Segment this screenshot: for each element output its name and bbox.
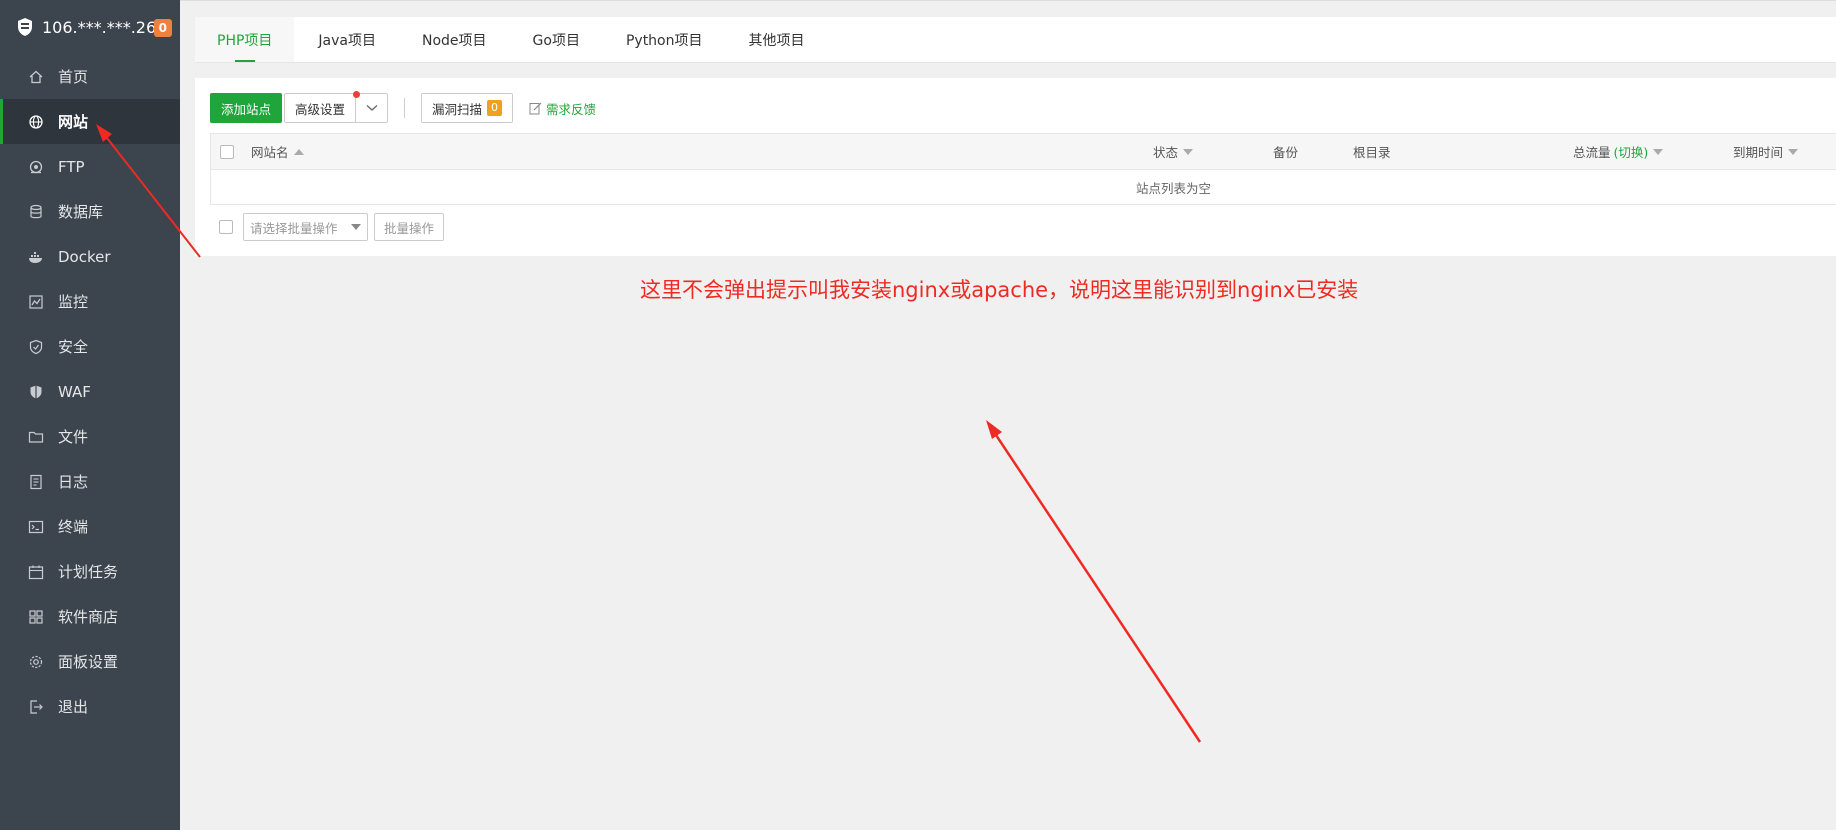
sidebar-item-app-store[interactable]: 软件商店 bbox=[0, 594, 180, 639]
sidebar-item-label: 文件 bbox=[58, 428, 89, 446]
sidebar-item-label: 软件商店 bbox=[58, 608, 119, 626]
sidebar-item-label: 监控 bbox=[58, 293, 89, 311]
sort-desc-icon bbox=[1653, 148, 1664, 155]
select-all-checkbox[interactable] bbox=[220, 144, 234, 159]
feedback-label: 需求反馈 bbox=[546, 101, 597, 117]
sidebar-item-cron[interactable]: 计划任务 bbox=[0, 549, 180, 594]
batch-operation-button[interactable]: 批量操作 bbox=[374, 213, 445, 241]
sidebar: 106.***.***.26 0 首页 网站 FTP 数据库 Docker 监控… bbox=[0, 0, 180, 830]
sidebar-item-label: 退出 bbox=[58, 698, 89, 716]
apps-icon bbox=[28, 609, 44, 625]
tab-other[interactable]: 其他项目 bbox=[727, 17, 827, 62]
calendar-icon bbox=[28, 564, 44, 580]
tab-php[interactable]: PHP项目 bbox=[195, 17, 295, 62]
log-icon bbox=[28, 474, 44, 490]
sort-desc-icon bbox=[1788, 148, 1799, 155]
sidebar-item-logs[interactable]: 日志 bbox=[0, 459, 180, 504]
sidebar-item-label: 网站 bbox=[58, 113, 89, 131]
sidebar-item-panel-settings[interactable]: 面板设置 bbox=[0, 639, 180, 684]
logout-icon bbox=[28, 699, 44, 715]
monitor-icon bbox=[28, 294, 44, 310]
traffic-switch-link[interactable]: (切换) bbox=[1614, 142, 1649, 161]
sidebar-item-home[interactable]: 首页 bbox=[0, 54, 180, 99]
chevron-down-icon bbox=[366, 105, 377, 111]
empty-message: 站点列表为空 bbox=[210, 170, 1836, 205]
vuln-scan-button[interactable]: 漏洞扫描 0 bbox=[421, 93, 514, 123]
folder-icon bbox=[28, 429, 44, 445]
ftp-icon bbox=[28, 159, 44, 175]
terminal-icon bbox=[28, 519, 44, 535]
dropdown-arrow-icon bbox=[351, 224, 361, 230]
advanced-dropdown-button[interactable] bbox=[356, 93, 389, 123]
sidebar-item-ftp[interactable]: FTP bbox=[0, 144, 180, 189]
sidebar-item-label: Docker bbox=[58, 247, 111, 266]
notification-badge[interactable]: 0 bbox=[153, 19, 172, 37]
sidebar-item-label: 数据库 bbox=[58, 203, 104, 221]
sidebar-item-label: WAF bbox=[58, 382, 91, 401]
tab-node[interactable]: Node项目 bbox=[400, 17, 509, 62]
tab-go[interactable]: Go项目 bbox=[511, 17, 602, 62]
sidebar-item-label: 计划任务 bbox=[58, 563, 119, 581]
arrow-to-content bbox=[986, 420, 1202, 743]
sort-desc-icon bbox=[1183, 148, 1194, 155]
sidebar-item-label: 终端 bbox=[58, 518, 89, 536]
sidebar-item-label: 面板设置 bbox=[58, 653, 119, 671]
annotation-text: 这里不会弹出提示叫我安装nginx或apache，说明这里能识别到nginx已安… bbox=[640, 278, 1359, 302]
sidebar-item-monitor[interactable]: 监控 bbox=[0, 279, 180, 324]
advanced-settings-group: 高级设置 bbox=[284, 91, 389, 123]
database-icon bbox=[28, 204, 44, 220]
site-panel: 添加站点 高级设置 漏洞扫描 0 需求反馈 网站名 状态 备份 根目录 总流量(… bbox=[195, 78, 1836, 256]
sidebar-item-docker[interactable]: Docker bbox=[0, 234, 180, 279]
waf-shield-icon bbox=[28, 384, 44, 400]
vuln-count-badge: 0 bbox=[487, 100, 503, 116]
edit-icon bbox=[529, 102, 542, 114]
top-divider bbox=[180, 0, 1836, 1]
shield-check-icon bbox=[28, 339, 44, 355]
col-backup: 备份 bbox=[1273, 145, 1299, 160]
sidebar-item-label: 日志 bbox=[58, 473, 89, 491]
gear-icon bbox=[28, 654, 44, 670]
batch-operation-select[interactable]: 请选择批量操作 bbox=[243, 213, 368, 241]
col-status[interactable]: 状态 bbox=[1153, 142, 1194, 161]
project-tabs: PHP项目 Java项目 Node项目 Go项目 Python项目 其他项目 bbox=[195, 17, 1836, 63]
feedback-link[interactable]: 需求反馈 bbox=[529, 99, 596, 118]
home-icon bbox=[28, 69, 44, 85]
globe-icon bbox=[28, 114, 44, 130]
col-root-dir: 根目录 bbox=[1353, 145, 1391, 160]
advanced-settings-button[interactable]: 高级设置 bbox=[284, 93, 357, 123]
sidebar-item-database[interactable]: 数据库 bbox=[0, 189, 180, 234]
batch-checkbox[interactable] bbox=[219, 220, 233, 234]
batch-bar: 请选择批量操作 批量操作 bbox=[210, 213, 445, 241]
site-table: 网站名 状态 备份 根目录 总流量 (切换) 到期时间 站点列表为空 bbox=[210, 133, 1836, 205]
server-ip: 106.***.***.26 bbox=[42, 17, 157, 37]
toolbar-divider bbox=[404, 98, 406, 118]
sidebar-item-terminal[interactable]: 终端 bbox=[0, 504, 180, 549]
sidebar-item-label: FTP bbox=[58, 157, 85, 176]
docker-icon bbox=[28, 249, 44, 265]
tab-python[interactable]: Python项目 bbox=[604, 17, 725, 62]
table-header: 网站名 状态 备份 根目录 总流量 (切换) 到期时间 bbox=[210, 134, 1836, 170]
sort-asc-icon bbox=[293, 148, 304, 155]
add-site-button[interactable]: 添加站点 bbox=[210, 93, 283, 123]
notification-dot bbox=[353, 91, 361, 98]
sidebar-item-waf[interactable]: WAF bbox=[0, 369, 180, 414]
sidebar-item-logout[interactable]: 退出 bbox=[0, 684, 180, 729]
server-logo-icon bbox=[18, 18, 32, 36]
col-traffic[interactable]: 总流量 (切换) bbox=[1573, 142, 1664, 161]
col-site-name[interactable]: 网站名 bbox=[251, 142, 304, 161]
vuln-scan-label: 漏洞扫描 bbox=[432, 101, 483, 117]
sidebar-item-files[interactable]: 文件 bbox=[0, 414, 180, 459]
sidebar-item-label: 安全 bbox=[58, 338, 89, 356]
sidebar-item-security[interactable]: 安全 bbox=[0, 324, 180, 369]
server-header[interactable]: 106.***.***.26 0 bbox=[0, 0, 180, 54]
sidebar-item-label: 首页 bbox=[58, 68, 89, 86]
tab-java[interactable]: Java项目 bbox=[296, 17, 398, 62]
batch-placeholder: 请选择批量操作 bbox=[250, 220, 338, 236]
col-expire[interactable]: 到期时间 bbox=[1733, 142, 1799, 161]
sidebar-item-website[interactable]: 网站 bbox=[0, 99, 180, 144]
toolbar: 添加站点 高级设置 漏洞扫描 0 需求反馈 bbox=[210, 91, 596, 123]
